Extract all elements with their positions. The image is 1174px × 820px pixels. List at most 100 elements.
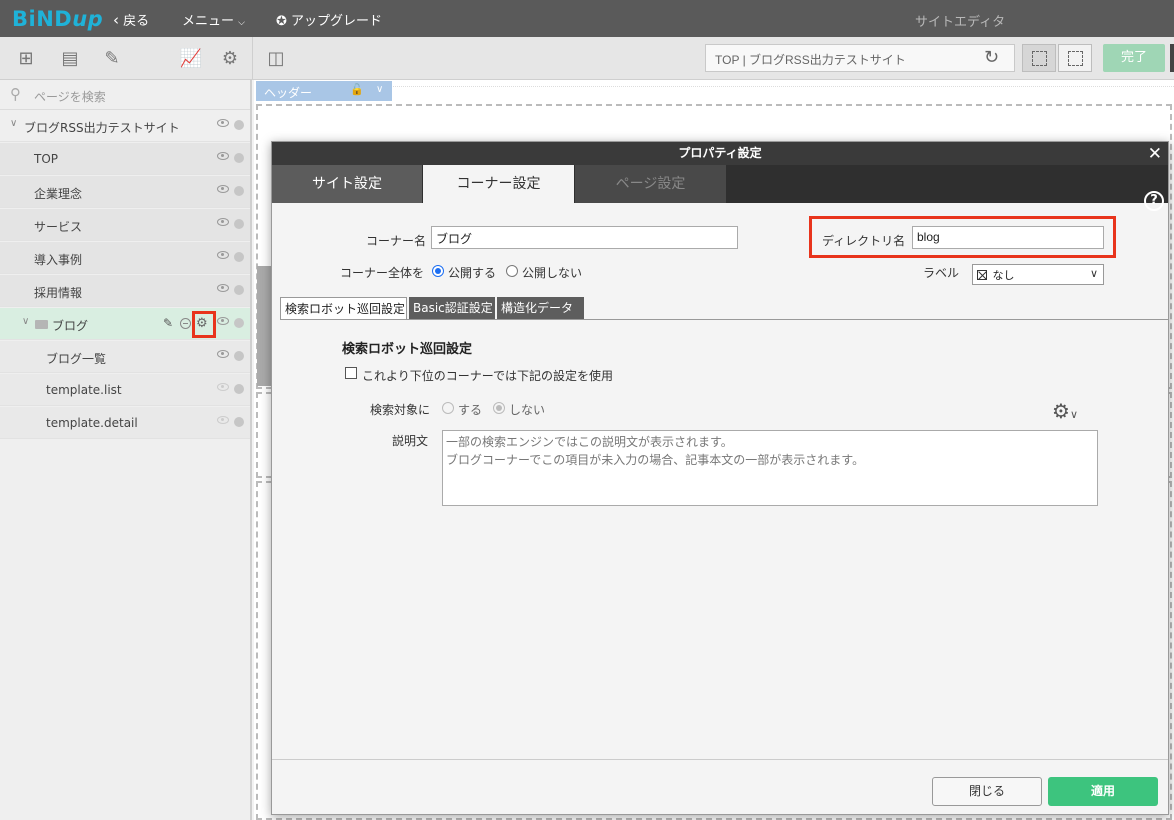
editor-toolbar: ⊞ ▤ ✎ 📈 ⚙ ◫ TOP | ブログRSS出力テストサイト ↻ 完了 — [0, 37, 1174, 80]
done-button[interactable]: 完了 — [1103, 44, 1165, 72]
status-dot — [234, 285, 244, 295]
chevron-down-icon: ∨ — [1089, 267, 1098, 280]
corner-name-input[interactable]: ブログ — [431, 226, 738, 249]
eye-icon[interactable] — [217, 218, 229, 226]
eye-icon[interactable] — [217, 185, 229, 193]
no-label-icon — [977, 270, 987, 280]
chevron-down-icon[interactable]: ∨ — [376, 84, 383, 95]
close-button[interactable]: 閉じる — [932, 777, 1042, 806]
search-target-yes-radio — [442, 402, 454, 414]
publish-radio[interactable] — [432, 265, 444, 277]
tree-page-item[interactable]: 採用情報 — [0, 275, 250, 307]
back-button[interactable]: ‹ 戻る — [113, 10, 149, 29]
chevron-down-icon[interactable]: ∨ — [22, 316, 29, 327]
upgrade-button[interactable]: ✪ アップグレード — [276, 10, 382, 29]
footer-divider — [272, 759, 1168, 760]
page-url-field[interactable]: TOP | ブログRSS出力テストサイト — [705, 44, 1015, 72]
eye-icon[interactable] — [217, 284, 229, 292]
gear-icon[interactable]: ⚙∨ — [1052, 399, 1078, 423]
search-target-no-label: しない — [509, 403, 546, 417]
tab-site-settings[interactable]: サイト設定 — [272, 165, 422, 203]
analytics-icon[interactable]: 📈 — [179, 48, 203, 70]
status-dot — [234, 120, 244, 130]
toolbar-divider — [252, 37, 253, 80]
unpublish-radio-label[interactable]: 公開しない — [522, 264, 582, 281]
eye-icon[interactable] — [217, 350, 229, 358]
gear-icon[interactable]: ⚙ — [218, 48, 242, 70]
tree-page-item[interactable]: 企業理念 — [0, 176, 250, 208]
edit-page-icon[interactable]: ✎ — [100, 48, 124, 70]
page-search[interactable]: ⚲ ページを検索 — [0, 80, 250, 110]
inherit-settings-checkbox[interactable] — [345, 367, 357, 379]
tree-page-item[interactable]: TOP — [0, 143, 250, 175]
chevron-down-icon[interactable]: ∨ — [10, 118, 17, 129]
folder-icon — [35, 320, 48, 329]
eye-hidden-icon[interactable] — [217, 416, 229, 424]
dialog-title-bar: プロパティ設定 ✕ — [272, 142, 1168, 165]
unpublish-radio[interactable] — [506, 265, 518, 277]
remove-icon[interactable] — [180, 318, 191, 329]
directory-name-label: ディレクトリ名 — [822, 234, 906, 248]
dialog-title: プロパティ設定 — [678, 146, 762, 160]
chevron-left-icon: ‹ — [113, 11, 119, 29]
apply-button[interactable]: 適用 — [1048, 777, 1158, 806]
sub-tabs-divider — [280, 319, 1168, 320]
pencil-icon[interactable]: ✎ — [163, 316, 173, 330]
status-dot — [234, 384, 244, 394]
badge-icon: ✪ — [276, 14, 287, 29]
subtab-robot-crawl[interactable]: 検索ロボット巡回設定 — [280, 297, 407, 320]
directory-name-input[interactable]: blog — [912, 226, 1104, 249]
tree-corner-blog[interactable]: ∨ ブログ ✎ ⚙ — [0, 308, 250, 340]
eye-icon[interactable] — [217, 119, 229, 127]
tab-corner-settings[interactable]: コーナー設定 — [423, 165, 574, 203]
view-mode-button-1[interactable] — [1022, 44, 1056, 72]
tree-subpage-item[interactable]: template.detail — [0, 407, 250, 439]
help-icon[interactable]: ? — [1144, 191, 1164, 211]
header-block-tab[interactable]: ヘッダー 🔓 ∨ — [256, 81, 392, 101]
status-dot — [234, 219, 244, 229]
view-mode-button-2[interactable] — [1058, 44, 1092, 72]
tree-subpage-item[interactable]: template.list — [0, 374, 250, 406]
search-target-yes-label: する — [458, 403, 483, 417]
publish-radio-label[interactable]: 公開する — [448, 264, 496, 281]
subtab-structured-data[interactable]: 構造化データ — [497, 297, 584, 319]
description-textarea[interactable]: 一部の検索エンジンではこの説明文が表示されます。 ブログコーナーでこの項目が未入… — [442, 430, 1098, 506]
inherit-settings-label[interactable]: これより下位のコーナーでは下記の設定を使用 — [362, 367, 613, 384]
eye-hidden-icon[interactable] — [217, 383, 229, 391]
panel-toggle-icon[interactable]: ◫ — [264, 48, 288, 70]
lock-icon[interactable]: 🔓 — [350, 83, 364, 96]
label-select[interactable]: なし ∨ — [972, 264, 1104, 285]
dashed-box-icon — [1032, 51, 1047, 66]
close-icon[interactable]: ✕ — [1148, 143, 1162, 166]
canvas-block-edge — [257, 266, 271, 386]
tree-subpage-item[interactable]: ブログ一覧 — [0, 341, 250, 373]
tree-site-root[interactable]: ∨ ブログRSS出力テストサイト — [0, 110, 250, 142]
section-title: 検索ロボット巡回設定 — [342, 342, 473, 357]
app-logo[interactable]: BiNDup — [12, 7, 103, 31]
page-icon[interactable]: ▤ — [58, 48, 82, 70]
eye-icon[interactable] — [217, 317, 229, 325]
search-target-no-radio — [493, 402, 505, 414]
status-dot — [234, 351, 244, 361]
tree-page-item[interactable]: 導入事例 — [0, 242, 250, 274]
add-page-icon[interactable]: ⊞ — [14, 48, 38, 70]
canvas-guide — [256, 86, 1174, 87]
eye-icon[interactable] — [217, 152, 229, 160]
tab-page-settings: ページ設定 — [575, 165, 726, 203]
eye-icon[interactable] — [217, 251, 229, 259]
subtab-basic-auth[interactable]: Basic認証設定 — [409, 297, 495, 319]
window-edge — [1170, 44, 1174, 72]
menu-button[interactable]: メニュー ⌵ — [182, 10, 245, 29]
status-dot — [234, 318, 244, 328]
reload-icon[interactable]: ↻ — [984, 47, 999, 68]
tree-page-item[interactable]: サービス — [0, 209, 250, 241]
highlight-box — [192, 311, 216, 338]
status-dot — [234, 186, 244, 196]
status-dot — [234, 153, 244, 163]
chevron-down-icon: ⌵ — [238, 18, 245, 28]
page-search-input[interactable]: ページを検索 — [34, 88, 106, 105]
app-top-bar: BiNDup ‹ 戻る メニュー ⌵ ✪ アップグレード サイトエディタ — [0, 0, 1174, 37]
corner-name-label: コーナー名 — [366, 234, 427, 248]
label-field-label: ラベル — [923, 266, 960, 280]
search-icon: ⚲ — [10, 85, 21, 103]
